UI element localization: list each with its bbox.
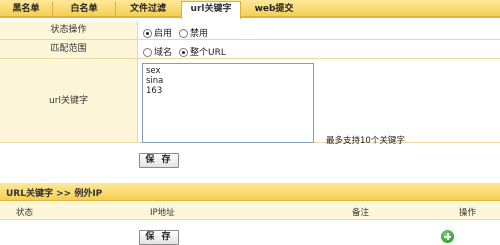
tab-file-filter[interactable]: 文件过滤 [116, 2, 180, 17]
match-scope-label: 匹配范围 [0, 40, 138, 58]
status-disable-option[interactable]: 禁用 [179, 26, 208, 39]
tab-url-keyword[interactable]: url关键字 [181, 1, 241, 19]
status-label: 状态操作 [0, 21, 138, 39]
keywords-row: url关键字 sex sina 163 最多支持10个关键字 [0, 59, 500, 146]
status-enable-radio[interactable] [143, 29, 152, 38]
status-disable-radio[interactable] [179, 29, 188, 38]
match-scope-row: 匹配范围 域名 整个URL [0, 40, 500, 59]
scope-domain-radio[interactable] [143, 48, 152, 57]
col-ip-address: IP地址 [150, 208, 175, 218]
save-button[interactable]: 保 存 [139, 153, 179, 168]
scope-full-url-radio[interactable] [179, 48, 188, 57]
status-enable-option[interactable]: 启用 [143, 26, 172, 39]
tab-web-submit[interactable]: web提交 [243, 2, 305, 17]
add-icon[interactable] [441, 230, 454, 243]
tab-bar: 黑名单 白名单 文件过滤 url关键字 web提交 [0, 0, 500, 19]
col-action: 操作 [459, 208, 477, 218]
tab-whitelist[interactable]: 白名单 [53, 2, 116, 17]
scope-full-url-option[interactable]: 整个URL [179, 45, 226, 58]
keyword-line: sina [146, 76, 164, 86]
keywords-label: url关键字 [0, 59, 138, 142]
exception-ip-header: URL关键字 >> 例外IP [0, 183, 500, 201]
exception-ip-table-header: 状态 IP地址 备注 操作 [0, 202, 500, 220]
status-row: 状态操作 启用 禁用 [0, 21, 500, 40]
col-status: 状态 [16, 208, 34, 218]
keywords-textarea[interactable]: sex sina 163 [142, 63, 314, 143]
scope-domain-option[interactable]: 域名 [143, 45, 172, 58]
section-breadcrumb: URL关键字 >> 例外IP [6, 189, 103, 199]
exception-save-button[interactable]: 保 存 [139, 230, 179, 245]
keyword-line: sex [146, 66, 161, 76]
tab-blacklist[interactable]: 黑名单 [0, 2, 53, 17]
keyword-limit-hint: 最多支持10个关键字 [326, 136, 405, 146]
col-remark: 备注 [352, 208, 370, 218]
keyword-line: 163 [146, 86, 163, 96]
